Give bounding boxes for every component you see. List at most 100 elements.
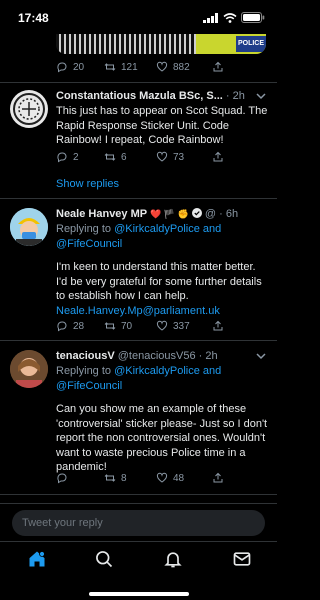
divider	[0, 82, 277, 83]
like-button[interactable]: 48	[156, 472, 212, 484]
like-button[interactable]: 337	[156, 320, 212, 332]
retweet-icon	[104, 474, 116, 482]
like-count: 337	[173, 320, 190, 332]
like-button[interactable]: 882	[156, 61, 212, 73]
tweet-text-body: I'm keen to understand this matter bette…	[56, 261, 262, 302]
separator-dot: ·	[219, 208, 223, 220]
media-police-label: POLICE	[236, 36, 266, 52]
reply-count: 2	[73, 151, 79, 163]
reply-bar: Tweet your reply	[0, 503, 277, 541]
tweet-time: 6h	[225, 208, 239, 220]
retweet-count: 6	[121, 151, 127, 163]
tweet-text: Can you show me an example of these 'con…	[56, 403, 268, 473]
retweet-button[interactable]: 6	[104, 151, 156, 163]
retweet-button[interactable]: 121	[104, 61, 156, 73]
share-button[interactable]	[212, 61, 224, 73]
share-button[interactable]	[212, 472, 224, 484]
home-indicator[interactable]	[89, 592, 189, 596]
email-link[interactable]: Neale.Hanvey.Mp@parliament.uk	[56, 305, 220, 317]
reply-icon	[57, 62, 67, 73]
replying-to: Replying to @KirkcaldyPolice and @FifeCo…	[56, 222, 268, 251]
divider	[0, 340, 277, 341]
reply-button[interactable]: 2	[56, 151, 104, 163]
retweet-button[interactable]: 70	[104, 320, 156, 332]
heart-icon	[156, 151, 168, 162]
reply-button[interactable]	[56, 472, 104, 484]
replying-to: Replying to @KirkcaldyPolice and @FifeCo…	[56, 364, 268, 393]
share-icon	[213, 320, 223, 331]
name-emojis: ❤️ 🏴 ✊	[150, 209, 189, 219]
tweet-text: This just has to appear on Scot Squad. T…	[56, 105, 268, 146]
avatar-image	[13, 93, 45, 125]
retweet-icon	[104, 63, 116, 71]
like-count: 48	[173, 472, 185, 484]
like-button[interactable]: 73	[156, 151, 212, 163]
avatar[interactable]	[10, 90, 48, 128]
avatar[interactable]	[10, 208, 48, 246]
search-icon[interactable]	[94, 549, 114, 569]
tweet-actions: 28 70 337	[56, 320, 224, 332]
reply-button[interactable]: 28	[56, 320, 104, 332]
reply-button[interactable]: 20	[56, 61, 104, 73]
tweet-header: tenaciousV @tenaciousV56 · 2h	[56, 350, 268, 362]
reply-count: 20	[73, 61, 85, 73]
avatar-image	[10, 208, 48, 246]
divider	[0, 198, 277, 199]
share-icon	[213, 472, 223, 483]
retweet-count: 8	[121, 472, 127, 484]
show-replies-link[interactable]: Show replies	[56, 178, 119, 190]
share-icon	[213, 151, 223, 162]
reply-count: 28	[73, 320, 85, 332]
avatar-image	[10, 350, 48, 388]
tweet-media-image[interactable]: POLICE	[56, 34, 266, 54]
tweet-time: 2h	[232, 90, 245, 102]
like-count: 73	[173, 151, 185, 163]
status-time: 17:48	[18, 11, 49, 25]
retweet-count: 121	[121, 61, 138, 73]
notifications-icon[interactable]	[163, 549, 183, 569]
tweet-text: I'm keen to understand this matter bette…	[56, 260, 268, 318]
wifi-icon	[223, 12, 237, 23]
battery-icon	[241, 12, 265, 23]
retweet-icon	[104, 322, 116, 330]
status-bar: 17:48	[0, 0, 277, 34]
heart-icon	[156, 320, 168, 331]
tweet-header: Neale Hanvey MP ❤️ 🏴 ✊ @ · 6h	[56, 208, 268, 220]
share-button[interactable]	[212, 151, 224, 163]
top-tweet-actions: 20 121 882	[56, 61, 224, 73]
like-count: 882	[173, 61, 190, 73]
reply-icon	[57, 321, 67, 332]
media-stripes	[56, 34, 196, 54]
heart-icon	[156, 472, 168, 483]
tweet-feed[interactable]: POLICE 20 121 882 Constantatious Mazula …	[0, 34, 277, 502]
handle: @	[204, 208, 217, 220]
replying-prefix: Replying to	[56, 365, 115, 377]
home-icon[interactable]	[27, 549, 47, 569]
retweet-button[interactable]: 8	[104, 472, 156, 484]
separator-dot: ·	[225, 90, 230, 102]
display-name[interactable]: Neale Hanvey MP	[56, 208, 147, 220]
separator-dot: ·	[198, 350, 203, 362]
divider	[0, 494, 277, 495]
replying-prefix: Replying to	[56, 223, 115, 235]
tweet-time: 2h	[205, 350, 218, 362]
heart-icon	[156, 61, 168, 72]
share-button[interactable]	[212, 320, 224, 332]
messages-icon[interactable]	[232, 549, 252, 569]
tweet-actions: 2 6 73	[56, 151, 224, 163]
reply-icon	[57, 473, 67, 484]
handle: @tenaciousV56	[117, 350, 196, 362]
display-name[interactable]: Constantatious Mazula BSc, S...	[56, 90, 223, 102]
tweet-header: Constantatious Mazula BSc, S... · 2h	[56, 90, 268, 102]
chevron-down-icon[interactable]	[256, 352, 266, 360]
share-icon	[213, 61, 223, 72]
verified-badge-icon	[191, 208, 202, 218]
signal-icon	[203, 12, 218, 23]
tweet-actions: 8 48	[56, 472, 224, 484]
chevron-down-icon[interactable]	[256, 92, 266, 100]
reply-input[interactable]: Tweet your reply	[12, 510, 265, 536]
display-name[interactable]: tenaciousV	[56, 350, 115, 362]
tab-bar	[0, 541, 277, 600]
status-icons	[203, 12, 265, 23]
avatar[interactable]	[10, 350, 48, 388]
